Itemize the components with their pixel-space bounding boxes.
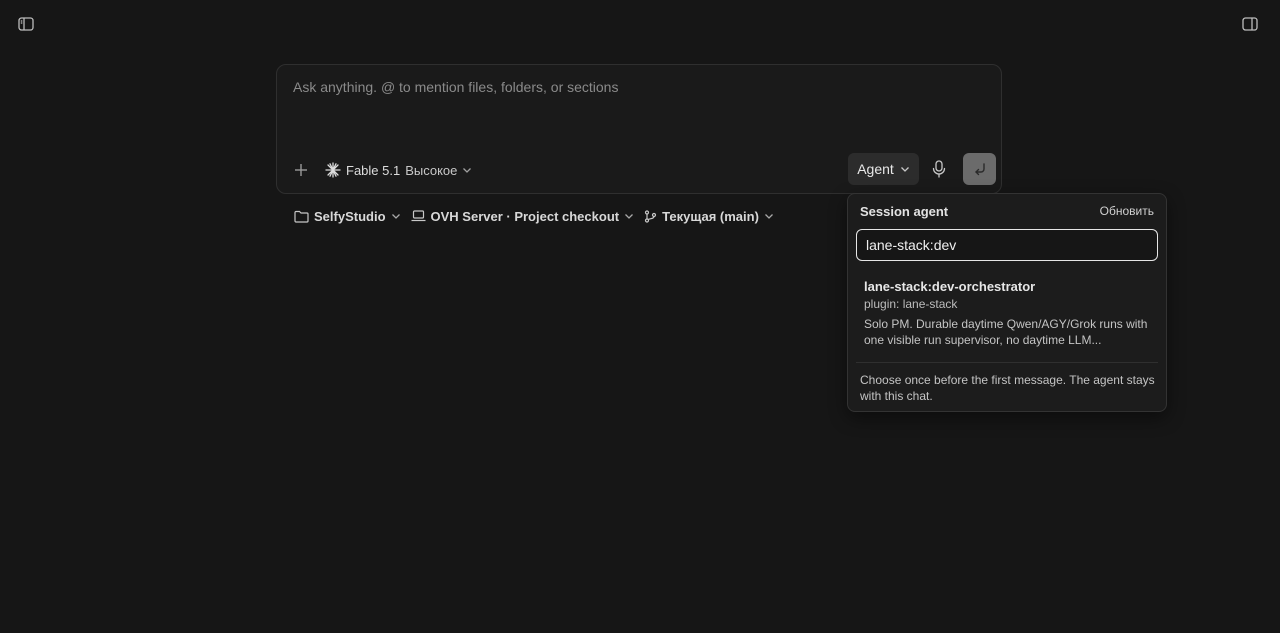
environment-selector[interactable]: OVH Server · Project checkout [411, 209, 635, 224]
toggle-left-sidebar-button[interactable] [15, 14, 37, 34]
chevron-down-icon [462, 165, 472, 175]
laptop-icon [411, 210, 426, 222]
sidebar-left-icon [18, 17, 34, 31]
sparkle-icon [325, 162, 341, 178]
divider [856, 362, 1158, 363]
prompt-input[interactable] [293, 79, 983, 139]
git-branch-icon [644, 209, 657, 223]
environment-label: OVH Server · Project checkout [430, 208, 620, 224]
plus-icon [294, 163, 308, 177]
branch-selector[interactable]: Текущая (main) [644, 209, 774, 224]
chevron-down-icon [900, 164, 910, 174]
agent-mode-label: Agent [857, 161, 894, 177]
voice-input-button[interactable] [929, 158, 949, 180]
popover-footer-note: Choose once before the first message. Th… [860, 373, 1155, 403]
agent-search-input[interactable] [856, 229, 1158, 261]
session-agent-popover: Session agent Обновить lane-stack:dev-or… [847, 193, 1167, 412]
agent-mode-button[interactable]: Agent [848, 153, 919, 185]
refresh-button[interactable]: Обновить [1100, 204, 1154, 218]
folder-icon [294, 210, 309, 223]
agent-option-name: lane-stack:dev-orchestrator [864, 279, 1036, 294]
agent-option[interactable]: lane-stack:dev-orchestrator plugin: lane… [856, 272, 1158, 350]
send-button[interactable] [963, 153, 996, 185]
model-effort: Высокое [405, 162, 458, 178]
context-bar: SelfyStudio OVH Server · Project checkou… [294, 206, 774, 226]
agent-option-plugin: plugin: lane-stack [864, 297, 958, 311]
chevron-down-icon [764, 211, 774, 221]
chat-composer: Fable 5.1 Высокое Agent [276, 64, 1002, 194]
app-root: Fable 5.1 Высокое Agent [0, 0, 1280, 633]
agent-option-description: Solo PM. Durable daytime Qwen/AGY/Grok r… [864, 317, 1148, 347]
chevron-down-icon [391, 211, 401, 221]
add-attachment-button[interactable] [291, 160, 311, 180]
workspace-selector[interactable]: SelfyStudio [294, 209, 401, 224]
workspace-label: SelfyStudio [314, 208, 386, 224]
sidebar-right-icon [1242, 17, 1258, 31]
model-selector[interactable]: Fable 5.1 Высокое [325, 160, 472, 180]
microphone-icon [932, 160, 946, 178]
popover-title: Session agent [860, 204, 949, 219]
toggle-right-sidebar-button[interactable] [1239, 14, 1261, 34]
branch-label: Текущая (main) [662, 208, 759, 224]
model-name: Fable 5.1 [346, 162, 401, 178]
return-arrow-icon [973, 162, 987, 176]
chevron-down-icon [624, 211, 634, 221]
